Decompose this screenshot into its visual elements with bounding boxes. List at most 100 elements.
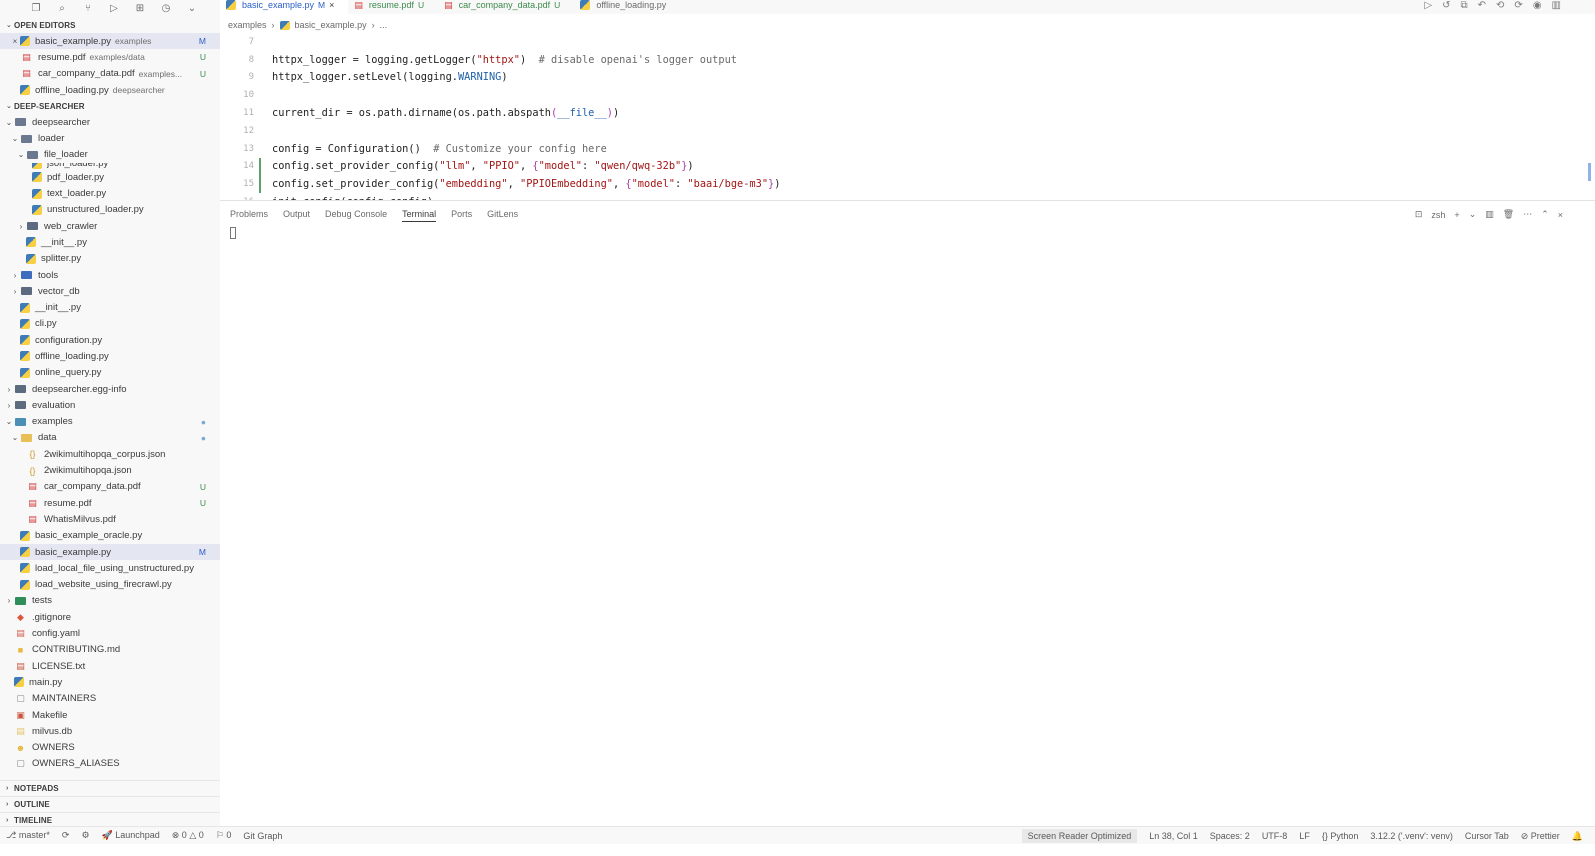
chevron-right-icon[interactable]: › bbox=[4, 401, 14, 410]
editor-tab[interactable]: offline_loading.py bbox=[574, 0, 680, 14]
code-line[interactable]: 12 bbox=[220, 122, 1595, 140]
indent-status[interactable]: Spaces: 2 bbox=[1210, 831, 1250, 841]
tree-file[interactable]: load_local_file_using_unstructured.py bbox=[0, 560, 220, 576]
breadcrumb-folder[interactable]: examples bbox=[228, 20, 267, 30]
tree-file[interactable]: pdf_loader.py bbox=[0, 169, 220, 185]
source-control-icon[interactable]: ⑂ bbox=[82, 3, 94, 14]
more-icon[interactable]: ⋯ bbox=[1523, 209, 1532, 220]
code-line[interactable]: 8 httpx_logger = logging.getLogger("httpx… bbox=[220, 51, 1595, 69]
tree-folder[interactable]: ⌄ loader bbox=[0, 130, 220, 146]
breadcrumb-file[interactable]: basic_example.py bbox=[295, 20, 367, 30]
code-line[interactable]: 14 config.set_provider_config("llm", "PPI… bbox=[220, 157, 1595, 176]
tree-file[interactable]: __init__.py bbox=[0, 234, 220, 250]
editor-tab[interactable]: ▤ car_company_data.pdf U bbox=[438, 0, 574, 14]
panel-tab-debug-console[interactable]: Debug Console bbox=[325, 209, 387, 219]
code-line[interactable]: 15 config.set_provider_config("embedding"… bbox=[220, 175, 1595, 193]
ports-status[interactable]: ⚐ 0 bbox=[216, 830, 232, 841]
preview-icon[interactable]: ◉ bbox=[1533, 0, 1542, 11]
terminal-icon[interactable]: ⊡ bbox=[1415, 209, 1423, 220]
launchpad-status[interactable]: 🚀 Launchpad bbox=[102, 830, 160, 841]
chevron-right-icon[interactable]: › bbox=[16, 222, 26, 231]
forward-icon[interactable]: ⟳ bbox=[1514, 0, 1522, 11]
tree-file[interactable]: basic_example.py M bbox=[0, 543, 220, 561]
tree-folder[interactable]: ⌄ file_loader bbox=[0, 147, 220, 163]
chevron-right-icon[interactable]: › bbox=[4, 385, 14, 394]
split-icon[interactable]: ▥ bbox=[1485, 209, 1494, 220]
tree-file[interactable]: {} 2wikimultihopqa.json bbox=[0, 462, 220, 478]
editor-tab[interactable]: ▤ resume.pdf U bbox=[348, 0, 438, 14]
tree-file[interactable]: cli.py bbox=[0, 316, 220, 332]
tree-file[interactable]: online_query.py bbox=[0, 365, 220, 381]
tree-file[interactable]: configuration.py bbox=[0, 332, 220, 348]
close-icon[interactable]: × bbox=[10, 37, 20, 46]
git-graph-status[interactable]: Git Graph bbox=[243, 831, 282, 841]
chevron-down-icon[interactable]: ⌄ bbox=[1469, 209, 1477, 220]
tree-folder[interactable]: ⌄ data ● bbox=[0, 430, 220, 446]
tree-file[interactable]: ■ CONTRIBUTING.md bbox=[0, 642, 220, 658]
back-icon[interactable]: ⟲ bbox=[1496, 0, 1504, 11]
interpreter-status[interactable]: 3.12.2 ('.venv': venv) bbox=[1370, 831, 1452, 841]
chevron-down-icon[interactable]: ⌄ bbox=[4, 417, 14, 426]
split-icon[interactable]: ▥ bbox=[1552, 0, 1561, 11]
tree-file[interactable]: ▤ resume.pdf U bbox=[0, 495, 220, 511]
tree-file[interactable]: ▤ WhatisMilvus.pdf bbox=[0, 511, 220, 527]
code-line[interactable]: 10 bbox=[220, 86, 1595, 104]
chevron-down-icon[interactable]: ⌄ bbox=[10, 134, 20, 143]
chevron-right-icon[interactable]: › bbox=[4, 596, 14, 605]
branch-status[interactable]: ⎇ master* bbox=[6, 830, 50, 841]
tree-file[interactable]: ▤ LICENSE.txt bbox=[0, 658, 220, 674]
run-debug-icon[interactable]: ▷ bbox=[108, 3, 120, 14]
tree-file[interactable]: ☻ OWNERS bbox=[0, 739, 220, 755]
remote-icon[interactable]: ⚙ bbox=[81, 830, 89, 841]
trash-icon[interactable]: 🗑 bbox=[1503, 209, 1514, 220]
language-status[interactable]: {} Python bbox=[1322, 831, 1359, 841]
tree-file[interactable]: ▤ milvus.db bbox=[0, 723, 220, 739]
chevron-right-icon[interactable]: › bbox=[10, 271, 20, 280]
tree-file[interactable]: ▢ MAINTAINERS bbox=[0, 691, 220, 707]
panel-tab-problems[interactable]: Problems bbox=[230, 209, 268, 219]
run-icon[interactable]: ▷ bbox=[1424, 0, 1432, 11]
copy-icon[interactable]: ❐ bbox=[30, 3, 42, 14]
tree-file[interactable]: unstructured_loader.py bbox=[0, 202, 220, 218]
eol-status[interactable]: LF bbox=[1299, 831, 1310, 841]
timer-icon[interactable]: ◷ bbox=[160, 3, 172, 14]
chevron-down-icon[interactable]: ⌄ bbox=[16, 150, 26, 159]
tree-file[interactable]: offline_loading.py bbox=[0, 348, 220, 364]
tree-file[interactable]: text_loader.py bbox=[0, 185, 220, 201]
cursor-tab-status[interactable]: Cursor Tab bbox=[1465, 831, 1509, 841]
open-editor-item[interactable]: ▤ car_company_data.pdf examples... U bbox=[0, 66, 220, 82]
cursor-position-status[interactable]: Ln 38, Col 1 bbox=[1149, 831, 1198, 841]
tree-file[interactable]: main.py bbox=[0, 674, 220, 690]
extensions-icon[interactable]: ⊞ bbox=[134, 3, 146, 14]
tree-file[interactable]: ▤ car_company_data.pdf U bbox=[0, 479, 220, 495]
search-icon[interactable]: ⌕ bbox=[56, 3, 68, 14]
breadcrumb-more[interactable]: ... bbox=[380, 20, 388, 30]
panel-tab-ports[interactable]: Ports bbox=[451, 209, 472, 219]
code-editor[interactable]: 7 8 httpx_logger = logging.getLogger("http… bbox=[220, 33, 1595, 200]
tree-folder[interactable]: › tests bbox=[0, 593, 220, 609]
tree-file[interactable]: ▤ config.yaml bbox=[0, 625, 220, 641]
chevron-down-icon[interactable]: ⌄ bbox=[4, 118, 14, 127]
code-line[interactable]: 16init_config(config=config) bbox=[220, 193, 1595, 200]
tree-folder[interactable]: › vector_db bbox=[0, 283, 220, 299]
tree-folder[interactable]: › evaluation bbox=[0, 397, 220, 413]
terminal-shell-label[interactable]: zsh bbox=[1431, 210, 1445, 220]
code-line[interactable]: 13 config = Configuration() # Customize y… bbox=[220, 140, 1595, 158]
tree-file[interactable]: ◆ .gitignore bbox=[0, 609, 220, 625]
tree-file[interactable]: basic_example_oracle.py bbox=[0, 528, 220, 544]
editor-tab[interactable]: basic_example.py M × bbox=[220, 0, 349, 14]
section-header-outline[interactable]: › OUTLINE bbox=[0, 796, 220, 812]
history-icon[interactable]: ↺ bbox=[1442, 0, 1450, 11]
encoding-status[interactable]: UTF-8 bbox=[1262, 831, 1288, 841]
chevron-right-icon[interactable]: › bbox=[10, 287, 20, 296]
bell-icon[interactable]: 🔔 bbox=[1572, 831, 1583, 842]
chevron-down-icon[interactable]: ⌄ bbox=[186, 3, 198, 14]
panel-tab-terminal[interactable]: Terminal bbox=[402, 209, 437, 222]
chevron-down-icon[interactable]: ⌄ bbox=[10, 433, 20, 442]
panel-tab-output[interactable]: Output bbox=[283, 209, 310, 219]
close-icon[interactable]: × bbox=[1558, 210, 1563, 220]
tree-folder[interactable]: ⌄ deepsearcher bbox=[0, 114, 220, 130]
sync-icon[interactable]: ⟳ bbox=[62, 830, 70, 841]
open-editor-item[interactable]: offline_loading.py deepsearcher bbox=[0, 82, 220, 98]
revert-icon[interactable]: ↶ bbox=[1478, 0, 1486, 11]
